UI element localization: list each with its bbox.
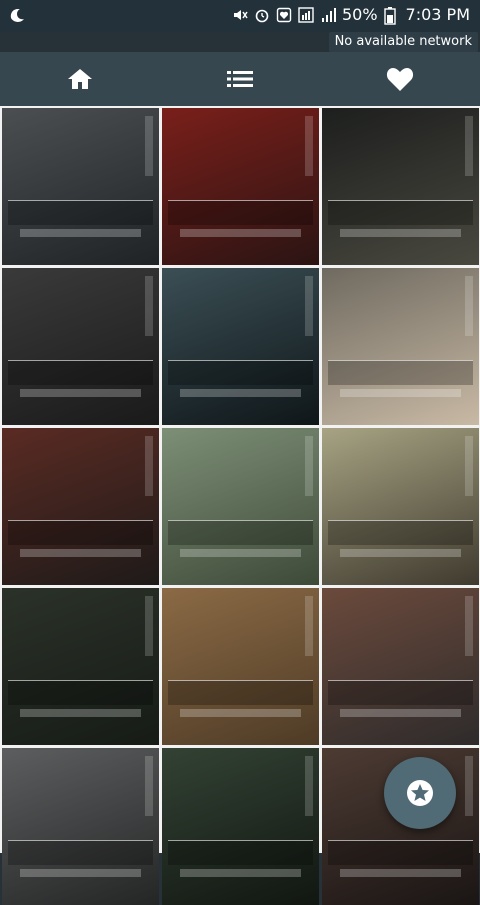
thumbnail-watermark-band [20, 229, 141, 237]
image-thumbnail[interactable] [2, 588, 159, 745]
thumbnail-watermark-band [180, 549, 301, 557]
thumbnail-side-mark [305, 276, 313, 336]
thumbnail-caption-band [8, 520, 153, 545]
rate-fab-button[interactable] [384, 757, 456, 829]
tab-favorites[interactable] [320, 52, 480, 106]
thumbnail-side-mark [145, 756, 153, 816]
thumbnail-caption-band [328, 520, 473, 545]
image-thumbnail[interactable] [322, 428, 479, 585]
thumbnail-caption-band [328, 680, 473, 705]
status-bar: 50% 7:03 PM [0, 0, 480, 32]
thumbnail-side-mark [145, 436, 153, 496]
image-thumbnail[interactable] [322, 588, 479, 745]
thumbnail-caption-band [328, 360, 473, 385]
image-thumbnail[interactable] [2, 748, 159, 905]
thumbnail-side-mark [465, 596, 473, 656]
image-thumbnail[interactable] [322, 108, 479, 265]
thumbnail-side-mark [145, 596, 153, 656]
thumbnail-side-mark [305, 436, 313, 496]
thumbnail-side-mark [465, 116, 473, 176]
thumbnail-watermark-band [340, 869, 461, 877]
home-icon [68, 69, 92, 89]
thumbnail-watermark-band [180, 709, 301, 717]
thumbnail-caption-band [168, 360, 313, 385]
thumbnail-watermark-band [20, 869, 141, 877]
thumbnail-watermark-band [180, 389, 301, 397]
thumbnail-watermark-band [340, 709, 461, 717]
image-thumbnail[interactable] [162, 748, 319, 905]
sim-icon [298, 6, 314, 23]
thumbnail-watermark-band [340, 229, 461, 237]
thumbnail-side-mark [305, 596, 313, 656]
app-notification-icon [8, 6, 28, 26]
clock: 7:03 PM [405, 5, 470, 24]
image-thumbnail[interactable] [2, 108, 159, 265]
image-thumbnail[interactable] [2, 268, 159, 425]
battery-icon [383, 6, 400, 25]
thumbnail-side-mark [145, 276, 153, 336]
do-not-disturb-icon [276, 7, 292, 23]
thumbnail-caption-band [328, 200, 473, 225]
signal-icon [320, 7, 336, 23]
thumbnail-side-mark [465, 436, 473, 496]
thumbnail-caption-band [8, 360, 153, 385]
thumbnail-watermark-band [340, 549, 461, 557]
thumbnail-watermark-band [180, 869, 301, 877]
image-thumbnail[interactable] [162, 588, 319, 745]
image-thumbnail[interactable] [162, 268, 319, 425]
star-icon [407, 780, 433, 806]
thumbnail-watermark-band [340, 389, 461, 397]
network-notice: No available network [328, 32, 478, 52]
thumbnail-caption-band [168, 520, 313, 545]
thumbnail-watermark-band [20, 389, 141, 397]
heart-icon [386, 68, 414, 91]
image-thumbnail[interactable] [2, 428, 159, 585]
image-thumbnail[interactable] [322, 268, 479, 425]
thumbnail-watermark-band [180, 229, 301, 237]
battery-percent: 50% [341, 5, 378, 24]
image-grid [0, 106, 480, 905]
thumbnail-side-mark [305, 116, 313, 176]
thumbnail-watermark-band [20, 709, 141, 717]
mute-icon [232, 7, 248, 23]
thumbnail-watermark-band [20, 549, 141, 557]
tab-home[interactable] [0, 52, 160, 106]
thumbnail-side-mark [305, 756, 313, 816]
thumbnail-caption-band [8, 200, 153, 225]
thumbnail-caption-band [168, 200, 313, 225]
tab-list[interactable] [160, 52, 320, 106]
thumbnail-caption-band [8, 680, 153, 705]
status-right: 50% 7:03 PM [232, 5, 470, 25]
thumbnail-side-mark [465, 756, 473, 816]
list-icon [227, 71, 253, 87]
thumbnail-caption-band [168, 680, 313, 705]
thumbnail-side-mark [145, 116, 153, 176]
image-thumbnail[interactable] [162, 108, 319, 265]
thumbnail-side-mark [465, 276, 473, 336]
image-thumbnail[interactable] [162, 428, 319, 585]
tab-bar [0, 52, 480, 106]
alarm-icon [254, 7, 270, 23]
